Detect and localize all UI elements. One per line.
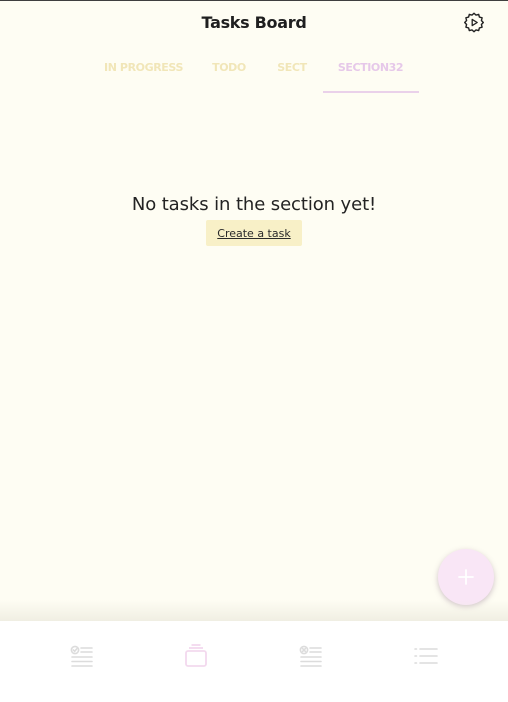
active-tab-indicator: [323, 91, 419, 93]
create-task-label: Create a task: [217, 226, 291, 240]
tab-sect[interactable]: SECT: [276, 52, 308, 93]
nav-item-checklist[interactable]: [68, 642, 96, 670]
cancelled-list-icon: [299, 645, 322, 667]
app-header: Tasks Board: [0, 0, 508, 45]
section-tabs: IN PROGRESS TODO SECT SECTION32: [0, 52, 508, 94]
nav-item-list[interactable]: [412, 642, 440, 670]
settings-icon: [464, 12, 484, 33]
nav-item-boards[interactable]: [182, 642, 210, 670]
checklist-icon: [70, 645, 93, 667]
nav-item-cancelled[interactable]: [297, 642, 325, 670]
list-icon: [414, 648, 438, 664]
empty-state-message: No tasks in the section yet!: [131, 194, 377, 215]
tab-section32[interactable]: SECTION32: [333, 52, 408, 93]
bottom-navigation: [0, 621, 508, 702]
tab-in-progress[interactable]: IN PROGRESS: [104, 52, 183, 93]
tab-todo[interactable]: TODO: [211, 52, 247, 93]
create-task-button[interactable]: Create a task: [206, 220, 302, 246]
bottom-nav-shadow: [0, 600, 508, 622]
add-task-fab[interactable]: [438, 549, 494, 605]
plus-icon: [458, 569, 474, 585]
boards-icon: [185, 644, 207, 667]
settings-button[interactable]: [461, 10, 487, 36]
page-title: Tasks Board: [201, 13, 307, 32]
